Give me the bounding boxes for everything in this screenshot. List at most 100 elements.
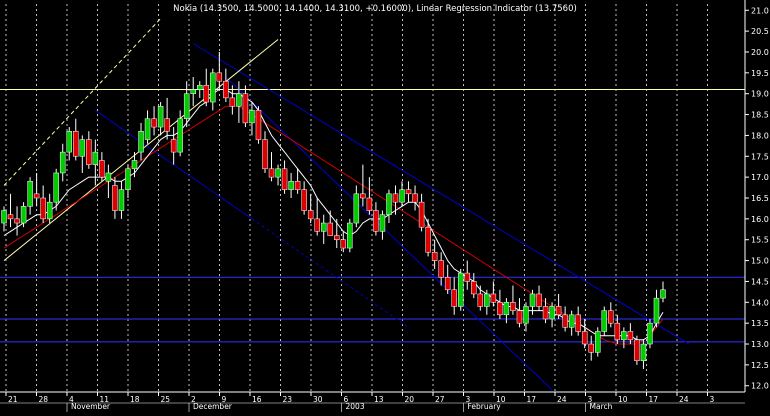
candle-body	[373, 210, 379, 232]
candle-body	[210, 72, 216, 103]
candle-body	[157, 105, 164, 128]
candle-body	[549, 306, 555, 320]
candle-body	[275, 168, 281, 178]
candle-body	[33, 193, 40, 199]
x-tick-label: 17	[527, 395, 537, 404]
candle-body	[27, 181, 33, 207]
candle-body	[353, 193, 360, 224]
period-label: February	[468, 402, 502, 411]
candle-body	[183, 93, 190, 119]
candle-body	[497, 302, 503, 316]
candle-body	[53, 172, 59, 203]
x-tick-label: 21	[8, 395, 18, 404]
y-tick-label: 20.5	[751, 27, 769, 36]
x-tick-label: 25	[161, 395, 171, 404]
x-tick-label: 10	[618, 395, 628, 404]
y-axis-panel	[745, 0, 770, 412]
candle-body	[608, 310, 614, 324]
candle-body	[588, 343, 594, 353]
candle-body	[366, 197, 373, 211]
candle-body	[536, 293, 542, 307]
candle-body	[79, 139, 86, 157]
y-tick-label: 18.0	[751, 131, 769, 140]
candle-body	[627, 331, 634, 341]
candle-body	[621, 331, 627, 341]
candle-body	[327, 222, 333, 236]
y-tick-label: 17.5	[751, 152, 769, 161]
candle-body	[503, 302, 510, 316]
candle-body	[529, 293, 536, 307]
candle-body	[294, 181, 301, 190]
candle-body	[73, 130, 79, 157]
candle-body	[268, 168, 275, 178]
candle-body	[118, 189, 125, 211]
y-tick-label: 12.5	[751, 361, 769, 370]
y-tick-label: 16.0	[751, 215, 769, 224]
candle-body	[196, 85, 203, 90]
candle-body	[386, 193, 392, 215]
candle-body	[190, 89, 196, 94]
candle-body	[660, 289, 666, 299]
candle-body	[144, 118, 151, 140]
x-tick-label: 24	[557, 395, 567, 404]
candle-body	[399, 189, 405, 203]
candle-body	[99, 160, 105, 178]
y-tick-label: 16.5	[751, 194, 769, 203]
candle-body	[568, 314, 575, 328]
candle-body	[255, 110, 262, 140]
period-label: March	[590, 402, 613, 411]
y-tick-label: 20.0	[751, 48, 769, 57]
y-tick-label: 17.0	[751, 173, 769, 182]
candle-body	[177, 118, 183, 153]
x-tick-label: 18	[130, 395, 140, 404]
candle-body	[347, 222, 353, 249]
period-label: December	[193, 402, 233, 411]
candle-body	[164, 118, 170, 132]
candle-body	[334, 235, 340, 240]
x-tick-label: 28	[39, 395, 49, 404]
candle-body	[20, 206, 27, 224]
candle-body	[575, 314, 581, 332]
candle-body	[301, 189, 307, 211]
x-tick-label: 24	[679, 395, 689, 404]
x-tick-label: 13	[374, 395, 384, 404]
period-label: 2003	[346, 402, 365, 411]
candle-body	[307, 210, 314, 220]
candle-body	[490, 293, 497, 303]
candle-body	[170, 139, 177, 153]
candle-body	[236, 93, 242, 107]
y-tick-label: 14.5	[751, 277, 769, 286]
candle-body	[320, 222, 327, 232]
candle-body	[288, 181, 294, 190]
candle-body	[14, 218, 20, 224]
candle-body	[86, 139, 92, 165]
x-tick-label: 16	[252, 395, 262, 404]
candle-body	[595, 331, 601, 353]
y-tick-label: 19.0	[751, 90, 769, 99]
candle-body	[125, 168, 131, 190]
y-tick-label: 15.5	[751, 236, 769, 245]
candle-body	[555, 306, 562, 316]
candle-body	[471, 281, 477, 295]
candle-body	[418, 201, 425, 228]
candle-body	[457, 272, 464, 307]
candle-body	[262, 139, 268, 170]
candle-body	[105, 172, 112, 182]
candle-body	[405, 189, 412, 195]
candle-body	[112, 185, 118, 211]
candle-body	[542, 306, 549, 320]
candle-body	[131, 160, 138, 170]
y-tick-label: 21.0	[751, 6, 769, 15]
candle-body	[138, 130, 144, 153]
candle-body	[438, 260, 444, 278]
candle-body	[484, 293, 490, 307]
candle-body	[581, 331, 588, 345]
candle-body	[444, 277, 451, 291]
y-tick-label: 15.0	[751, 257, 769, 266]
y-tick-label: 18.5	[751, 111, 769, 120]
candle-body	[242, 93, 249, 124]
candle-body	[92, 151, 99, 165]
x-tick-label: 23	[283, 395, 293, 404]
y-tick-label: 13.0	[751, 340, 769, 349]
candle-body	[216, 72, 223, 82]
